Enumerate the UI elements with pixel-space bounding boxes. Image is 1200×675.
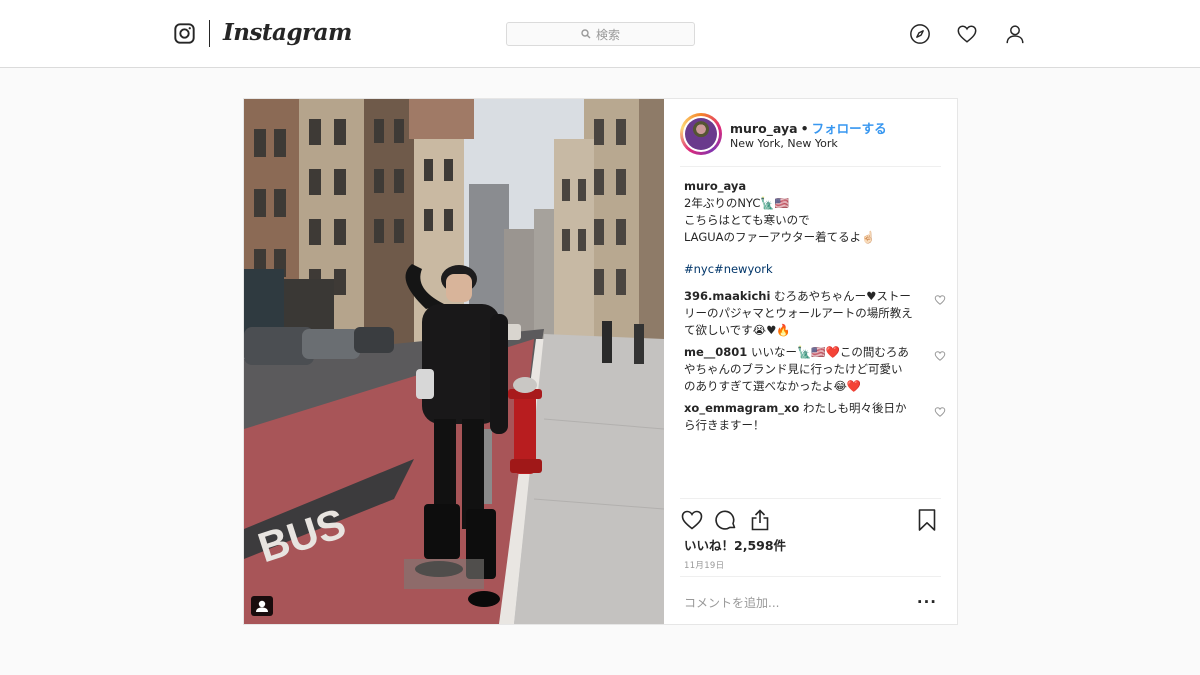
tagged-user-button[interactable] (251, 596, 273, 616)
post-location[interactable]: New York, New York (730, 137, 838, 150)
post-date[interactable]: 11月19日 (684, 559, 724, 571)
post-caption: muro_aya 2年ぶりのNYC🗽🇺🇸 こちらはとても寒いので LAGUAのフ… (684, 178, 939, 278)
comment-like-icon[interactable] (934, 406, 946, 418)
comments-list: muro_aya 2年ぶりのNYC🗽🇺🇸 こちらはとても寒いので LAGUAのフ… (684, 178, 946, 434)
comment-bubble-icon[interactable] (714, 508, 738, 532)
bookmark-icon[interactable] (915, 508, 939, 532)
comment-item: me__0801 いいなー🗽🇺🇸❤️この間むろあやちゃんのブランド見に行ったけど… (684, 344, 946, 395)
comment-username[interactable]: me__0801 (684, 345, 747, 359)
post-header: muro_aya • フォローする New York, New York (680, 111, 941, 167)
heart-icon[interactable] (956, 23, 978, 45)
comment-username[interactable]: xo_emmagram_xo (684, 401, 799, 415)
compass-icon[interactable] (909, 23, 931, 45)
search-icon (581, 29, 591, 39)
comment-item: 396.maakichi むろあやちゃんー♥ストーリーのパジャマとウォールアート… (684, 288, 946, 339)
comment-like-icon[interactable] (934, 294, 946, 306)
add-comment-bar: コメントを追加... ... (680, 576, 941, 624)
caption-line: 2年ぶりのNYC🗽🇺🇸 (684, 196, 789, 210)
avatar-image (685, 118, 717, 150)
comment-username[interactable]: 396.maakichi (684, 289, 770, 303)
post-side-panel: muro_aya • フォローする New York, New York muro_… (664, 99, 957, 624)
comment-input[interactable]: コメントを追加... (684, 594, 779, 611)
caption-line: LAGUAのファーアウター着てるよ☝🏻 (684, 230, 876, 244)
comment-like-icon[interactable] (934, 350, 946, 362)
user-tag-icon (256, 600, 268, 612)
more-options-button[interactable]: ... (917, 589, 937, 607)
instagram-camera-icon[interactable] (174, 23, 195, 44)
search-placeholder: 検索 (595, 27, 620, 42)
caption-username[interactable]: muro_aya (684, 178, 939, 195)
post-actions (680, 498, 941, 538)
likes-count[interactable]: いいね！2,598件 (684, 535, 786, 554)
post-photo[interactable]: BUS (244, 99, 664, 624)
caption-line: こちらはとても寒いので (684, 213, 810, 227)
street-photo-illustration: BUS (244, 99, 664, 624)
share-icon[interactable] (748, 508, 772, 532)
comment-item: xo_emmagram_xo わたしも明々後日から行きますー！ (684, 400, 946, 434)
like-heart-icon[interactable] (680, 508, 704, 532)
post-author-username[interactable]: muro_aya (730, 121, 798, 136)
search-input[interactable]: 検索 (506, 22, 695, 46)
follow-button[interactable]: フォローする (812, 121, 887, 136)
logo-divider (209, 20, 210, 47)
instagram-wordmark[interactable]: Instagram (223, 19, 352, 46)
profile-icon[interactable] (1004, 23, 1026, 45)
dot-separator: • (800, 121, 809, 136)
post-author-line: muro_aya • フォローする (730, 118, 887, 137)
top-nav-bar: Instagram 検索 (0, 0, 1200, 68)
post-card: BUS muro_aya • フォローする New York, New York… (243, 98, 958, 625)
avatar[interactable] (680, 113, 722, 155)
caption-hashtags[interactable]: #nyc#newyork (684, 261, 939, 278)
